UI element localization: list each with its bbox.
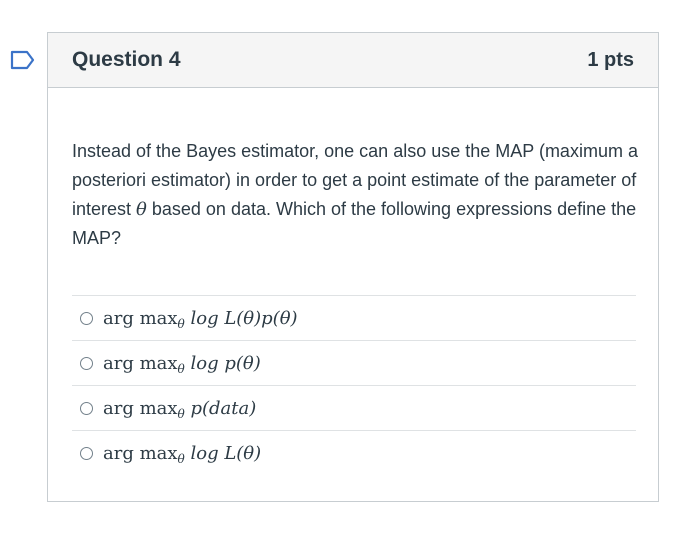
answer-option-1[interactable]: arg maxθ log L(θ)p(θ) (72, 295, 636, 340)
answer-list: arg maxθ log L(θ)p(θ) arg maxθ log p(θ) … (72, 295, 636, 475)
question-title: Question 4 (72, 48, 181, 71)
radio-button[interactable] (80, 401, 93, 415)
radio-button[interactable] (80, 311, 93, 325)
question-card: Question 4 1 pts Instead of the Bayes es… (47, 32, 659, 502)
radio-button[interactable] (80, 446, 93, 460)
answer-label[interactable]: arg maxθ log L(θ)p(θ) (103, 308, 298, 330)
answer-label[interactable]: arg maxθ log p(θ) (103, 353, 261, 375)
question-text: Instead of the Bayes estimator, one can … (72, 137, 642, 253)
question-text-after: based on data. Which of the following ex… (72, 199, 637, 248)
answer-option-2[interactable]: arg maxθ log p(θ) (72, 340, 636, 385)
bookmark-flag-icon[interactable] (10, 50, 36, 70)
answer-option-3[interactable]: arg maxθ p(data) (72, 385, 636, 430)
answer-label[interactable]: arg maxθ log L(θ) (103, 443, 261, 465)
answer-option-4[interactable]: arg maxθ log L(θ) (72, 430, 636, 475)
radio-button[interactable] (80, 356, 93, 370)
theta-symbol: θ (136, 199, 147, 220)
question-points: 1 pts (587, 48, 634, 71)
question-header: Question 4 1 pts (48, 33, 658, 88)
answer-label[interactable]: arg maxθ p(data) (103, 398, 256, 420)
